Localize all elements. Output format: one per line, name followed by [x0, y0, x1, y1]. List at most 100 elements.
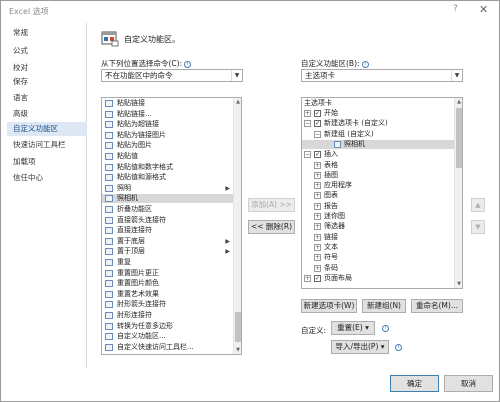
tab-checkbox[interactable]: ✓ — [314, 151, 321, 159]
command-item[interactable]: 自定义功能区... — [102, 332, 234, 341]
move-down-icon[interactable]: ▼ — [471, 220, 485, 234]
tree-node[interactable]: + 图表 — [302, 191, 454, 201]
command-item[interactable]: 粘贴为超链接 — [102, 120, 234, 129]
tree-node[interactable]: − 新建组 (自定义) — [302, 130, 454, 140]
reset-button[interactable]: 重置(E) ▾ — [331, 321, 375, 335]
expand-icon[interactable]: + — [314, 213, 321, 220]
command-icon — [105, 227, 113, 235]
command-item[interactable]: 折叠功能区 — [102, 205, 234, 214]
tree-scrollbar[interactable]: ▲ ▼ — [454, 98, 462, 288]
tab-checkbox[interactable]: ✓ — [314, 110, 321, 117]
collapse-icon[interactable]: − — [304, 151, 311, 159]
commands-list[interactable]: 自定义快速访问工具栏... 自定义功能区... 转换为任意多边形 肘形连接符 肘形箭头连… — [101, 97, 242, 355]
tree-node[interactable]: + ✓ 页面布局 — [302, 274, 454, 284]
nav-item[interactable]: 语言 — [7, 91, 87, 105]
expand-icon[interactable]: + — [314, 223, 321, 231]
ribbon-tree[interactable]: 主选项卡 + ✓ 开始 − ✓ 新建选项卡 (自定义) − 新建组 (自定义) 照相机 − ✓ 插入 +… — [301, 97, 463, 289]
tree-node[interactable]: + ✓ 开始 — [302, 109, 454, 119]
expand-icon[interactable]: + — [314, 233, 321, 241]
new-group-button[interactable]: 新建组(N) — [362, 299, 406, 313]
import-export-button[interactable]: 导入/导出(P) ▾ — [331, 340, 389, 354]
tab-checkbox[interactable]: ✓ — [314, 120, 321, 128]
expand-icon[interactable]: + — [314, 202, 321, 210]
command-item[interactable]: 粘贴值和数字格式 — [102, 163, 234, 172]
scroll-thumb[interactable] — [235, 312, 241, 342]
expand-icon[interactable]: + — [304, 274, 311, 282]
nav-item[interactable]: 信任中心 — [7, 171, 87, 185]
command-item[interactable]: 直接箭头连接符 — [102, 216, 234, 225]
command-item[interactable]: 粘贴链接... — [102, 110, 234, 119]
command-item[interactable]: 肘形箭头连接符 — [102, 300, 234, 309]
expand-icon[interactable]: + — [314, 171, 321, 179]
command-item[interactable]: 置于顶层 ▶ — [102, 247, 234, 256]
tree-node[interactable]: + 符号 — [302, 253, 454, 263]
new-tab-button[interactable]: 新建选项卡(W) — [301, 299, 357, 313]
remove-button[interactable]: << 删除(R) — [248, 220, 295, 234]
command-item[interactable]: 重置图片颜色 — [102, 279, 234, 288]
expand-icon[interactable]: + — [314, 161, 321, 169]
command-item[interactable]: 自定义快速访问工具栏... — [102, 343, 234, 352]
nav-item[interactable]: 自定义功能区 — [7, 122, 87, 136]
scroll-down-icon[interactable]: ▼ — [234, 346, 241, 354]
command-item[interactable]: 照相机 — [102, 194, 234, 204]
tree-node[interactable]: + 筛选器 — [302, 222, 454, 232]
command-item[interactable]: 粘贴为链接图片 — [102, 131, 234, 140]
help-icon[interactable]: ? — [453, 4, 458, 14]
scroll-up-icon[interactable]: ▲ — [455, 98, 462, 106]
move-up-icon[interactable]: ▲ — [471, 198, 485, 212]
command-item[interactable]: 粘贴值 — [102, 152, 234, 161]
command-icon — [105, 290, 113, 298]
command-item[interactable]: 肘形连接符 — [102, 311, 234, 320]
nav-item[interactable]: 公式 — [7, 44, 87, 58]
expand-icon[interactable]: + — [314, 182, 321, 190]
nav-item[interactable]: 快速访问工具栏 — [7, 138, 87, 152]
command-item[interactable]: 转换为任意多边形 — [102, 322, 234, 331]
tree-node[interactable]: − ✓ 插入 — [302, 150, 454, 160]
command-item[interactable]: 粘贴值和源格式 — [102, 173, 234, 182]
tree-node[interactable]: + 插图 — [302, 171, 454, 181]
nav-item[interactable]: 高级 — [7, 107, 87, 121]
scroll-up-icon[interactable]: ▲ — [234, 98, 241, 106]
tree-node[interactable]: + 表格 — [302, 161, 454, 171]
close-icon[interactable]: ✕ — [479, 3, 488, 16]
tree-node[interactable]: + 应用程序 — [302, 181, 454, 191]
command-item[interactable]: 重复 — [102, 258, 234, 267]
commands-scrollbar[interactable]: ▲ ▼ — [233, 98, 241, 354]
tree-node[interactable]: + 迷你图 — [302, 212, 454, 222]
nav-item[interactable]: 校对 — [7, 61, 87, 75]
command-item[interactable]: 重置图片更正 — [102, 269, 234, 278]
tab-checkbox[interactable]: ✓ — [314, 274, 321, 282]
tree-node[interactable]: 照相机 — [302, 139, 454, 150]
expand-icon[interactable]: + — [314, 192, 321, 200]
nav-item[interactable]: 保存 — [7, 75, 87, 89]
expand-icon[interactable]: + — [314, 254, 321, 262]
command-item[interactable]: 重置艺术效果 — [102, 290, 234, 299]
add-button[interactable]: 添加(A) >> — [248, 198, 295, 212]
expand-icon[interactable]: + — [304, 110, 311, 117]
command-item[interactable]: 置于底层 ▶ — [102, 237, 234, 246]
nav-item[interactable]: 常规 — [7, 26, 87, 40]
scroll-down-icon[interactable]: ▼ — [455, 280, 462, 288]
expand-icon[interactable]: + — [314, 264, 321, 272]
cancel-button[interactable]: 取消 — [444, 375, 493, 392]
tree-node[interactable]: + 条码 — [302, 264, 454, 274]
collapse-icon[interactable]: − — [304, 120, 311, 128]
ok-button[interactable]: 确定 — [390, 375, 439, 392]
tree-node[interactable]: + 报告 — [302, 202, 454, 212]
command-item[interactable]: 照明 ▶ — [102, 184, 234, 193]
tree-node-label: 报告 — [324, 201, 338, 210]
options-nav: 常规公式校对 保存语言高级 自定义功能区 快速访问工具栏 加载项信任中心 — [7, 23, 87, 368]
tree-node[interactable]: + 文本 — [302, 243, 454, 253]
command-item[interactable]: 粘贴链接 — [102, 99, 234, 108]
command-item[interactable]: 粘贴为图片 — [102, 141, 234, 150]
choose-commands-select[interactable]: 不在功能区中的命令 ▼ — [101, 69, 243, 82]
nav-item[interactable]: 加载项 — [7, 155, 87, 169]
collapse-icon[interactable]: − — [314, 130, 321, 138]
scroll-thumb[interactable] — [456, 108, 462, 168]
expand-icon[interactable]: + — [314, 243, 321, 251]
rename-button[interactable]: 重命名(M)... — [411, 299, 463, 313]
tree-node[interactable]: + 链接 — [302, 233, 454, 243]
customize-ribbon-select[interactable]: 主选项卡 ▼ — [301, 69, 463, 82]
tree-node[interactable]: − ✓ 新建选项卡 (自定义) — [302, 119, 454, 129]
command-item[interactable]: 直接连接符 — [102, 226, 234, 235]
